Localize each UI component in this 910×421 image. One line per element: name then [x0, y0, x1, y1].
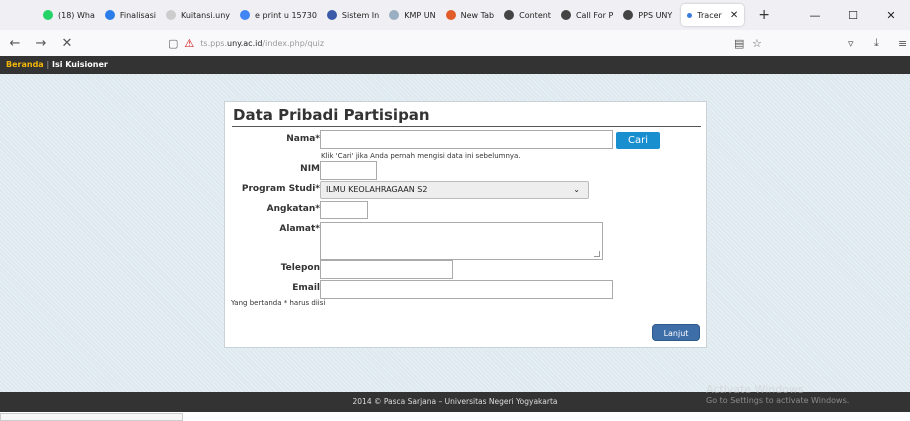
insecure-lock-icon[interactable]: ⚠ — [184, 37, 194, 50]
tab[interactable]: Finalisasi — [100, 0, 161, 30]
breadcrumb-separator: | — [46, 60, 50, 69]
close-button[interactable]: ✕ — [872, 9, 910, 22]
tab-label: Content — [519, 10, 551, 20]
angkatan-label: Angkatan* — [266, 204, 320, 214]
tab-favicon-icon — [445, 10, 456, 20]
bookmark-star-icon[interactable]: ☆ — [752, 30, 762, 56]
telepon-label: Telepon — [280, 263, 320, 273]
alamat-label: Alamat* — [279, 224, 320, 234]
tab-label: (18) Wha — [58, 10, 95, 20]
menu-icon[interactable]: ≡ — [898, 30, 907, 56]
email-input[interactable] — [320, 280, 613, 299]
tab-favicon-icon — [687, 12, 693, 18]
tab[interactable]: New Tab — [441, 0, 500, 30]
title-divider — [232, 126, 701, 127]
browser-tab-bar: (18) Wha Finalisasi Kuitansi.uny e print u … — [0, 0, 910, 30]
new-tab-button[interactable]: + — [758, 7, 770, 23]
resize-handle-icon[interactable] — [594, 251, 600, 257]
breadcrumb-current: Isi Kuisioner — [51, 60, 108, 69]
email-label: Email — [292, 283, 320, 293]
tab-label: Tracer — [697, 10, 722, 20]
tab-label: Call For P — [575, 10, 614, 20]
tab-label: e print u 15730 — [255, 10, 317, 20]
status-box — [0, 413, 183, 421]
tab[interactable]: KMP UN — [384, 0, 440, 30]
tab-label: PPS UNY — [638, 10, 673, 20]
tab-favicon-icon — [504, 10, 515, 20]
reader-view-icon[interactable]: ▤ — [734, 30, 744, 56]
tab[interactable]: Content — [499, 0, 556, 30]
tab-label: New Tab — [460, 10, 495, 20]
tab[interactable]: (18) Wha — [38, 0, 100, 30]
tab-favicon-icon — [43, 10, 53, 20]
breadcrumb-home-link[interactable]: Beranda — [6, 60, 44, 69]
pocket-icon[interactable]: ▿ — [848, 30, 854, 56]
alamat-textarea[interactable] — [320, 222, 603, 260]
tab-active[interactable]: Tracer ✕ — [681, 4, 745, 26]
tab-label: Finalisasi — [119, 10, 156, 20]
tab-favicon-icon — [240, 10, 251, 20]
program-studi-selected: ILMU KEOLAHRAGAAN S2 — [326, 185, 428, 194]
tab-favicon-icon — [326, 10, 337, 20]
cari-button[interactable]: Cari — [616, 132, 660, 149]
cari-hint: Klik 'Cari' jika Anda pernah mengisi dat… — [321, 152, 521, 160]
nim-input[interactable] — [320, 161, 377, 180]
page-content: Data Pribadi Partisipan Nama* Cari Klik … — [0, 74, 910, 392]
window-controls: — ☐ ✕ — [796, 0, 910, 30]
activate-windows-title: Activate Windows — [706, 383, 804, 396]
tab-favicon-icon — [104, 10, 115, 20]
nama-input[interactable] — [320, 130, 613, 149]
program-studi-label: Program Studi* — [241, 184, 320, 194]
tab-label: KMP UN — [404, 10, 436, 20]
tab-favicon-icon — [165, 10, 176, 20]
back-button[interactable]: ← — [4, 36, 26, 51]
tab[interactable]: Kuitansi.uny — [161, 0, 235, 30]
angkatan-input[interactable] — [320, 201, 368, 219]
tab[interactable]: e print u 15730 — [235, 0, 322, 30]
tab-label: Kuitansi.uny — [180, 10, 231, 20]
tab-favicon-icon — [623, 10, 634, 20]
browser-nav-bar: ← → ✕ ▢ ⚠ ts.pps.uny.ac.id/index.php/qui… — [0, 30, 910, 56]
nim-label: NIM — [300, 164, 320, 174]
lanjut-button[interactable]: Lanjut — [652, 324, 700, 341]
tab-favicon-icon — [389, 10, 400, 20]
site-breadcrumb: Beranda | Isi Kuisioner — [0, 56, 910, 74]
chevron-down-icon: ⌄ — [573, 185, 580, 194]
required-note: Yang bertanda * harus diisi — [231, 299, 326, 307]
tab-list: (18) Wha Finalisasi Kuitansi.uny e print u … — [38, 0, 677, 30]
tab-favicon-icon — [560, 10, 571, 20]
maximize-button[interactable]: ☐ — [834, 9, 872, 22]
forward-button[interactable]: → — [30, 36, 52, 51]
telepon-input[interactable] — [320, 260, 453, 279]
url-text[interactable]: ts.pps.uny.ac.id/index.php/quiz — [200, 39, 324, 48]
form-title: Data Pribadi Partisipan — [233, 106, 430, 124]
download-icon[interactable]: ⤓ — [874, 30, 879, 56]
tab-label: Sistem In — [341, 10, 380, 20]
program-studi-select[interactable]: ILMU KEOLAHRAGAAN S2 ⌄ — [320, 181, 589, 199]
nama-label: Nama* — [286, 134, 320, 144]
form-panel: Data Pribadi Partisipan Nama* Cari Klik … — [224, 101, 707, 348]
tab[interactable]: PPS UNY — [618, 0, 677, 30]
tab[interactable]: Sistem In — [322, 0, 384, 30]
url-bar[interactable]: ▢ ⚠ ts.pps.uny.ac.id/index.php/quiz — [168, 30, 324, 56]
tab[interactable]: Call For P — [556, 0, 618, 30]
stop-button[interactable]: ✕ — [56, 36, 78, 51]
tab-close-icon[interactable]: ✕ — [730, 10, 738, 21]
activate-windows-subtitle: Go to Settings to activate Windows. — [706, 396, 850, 405]
minimize-button[interactable]: — — [796, 9, 834, 22]
shield-icon[interactable]: ▢ — [168, 37, 178, 50]
